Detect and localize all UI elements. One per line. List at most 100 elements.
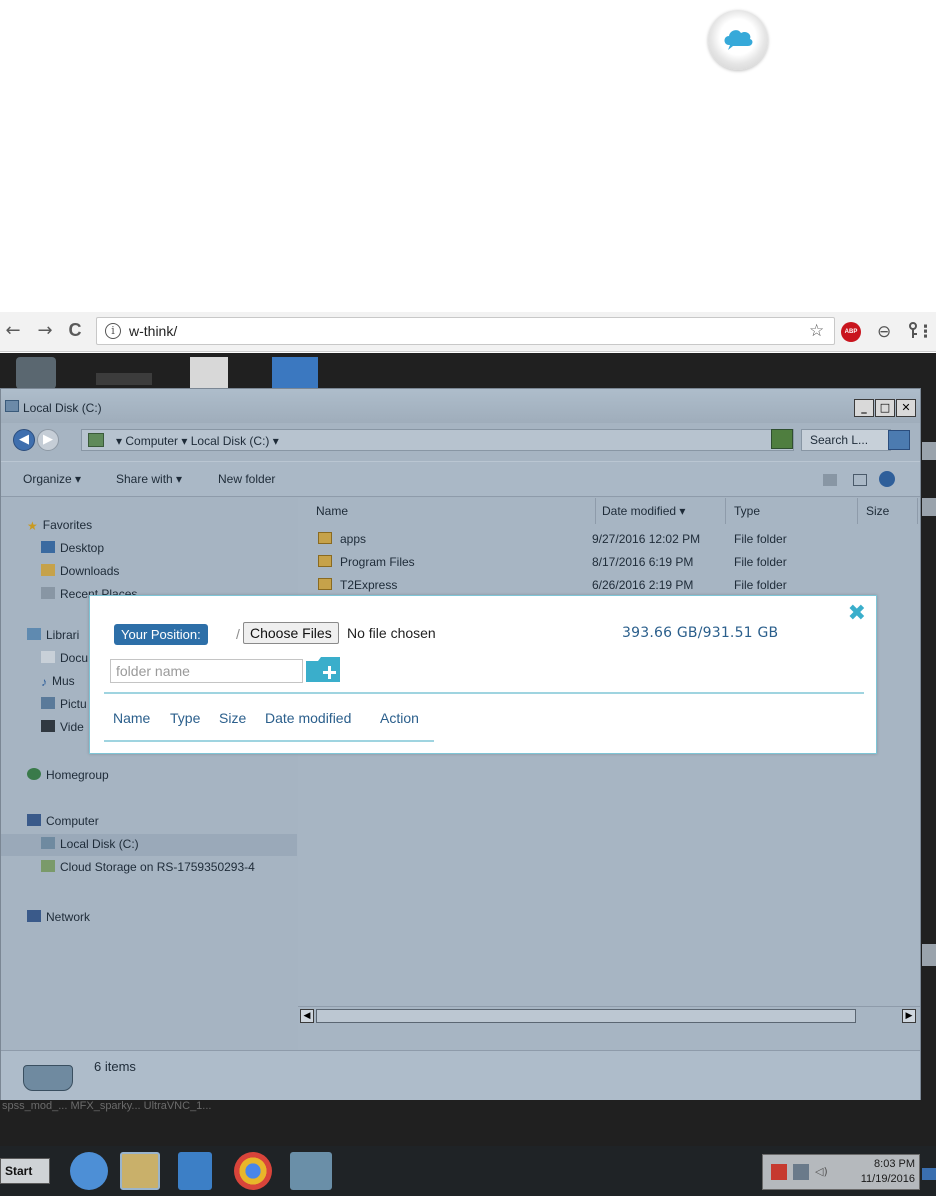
show-desktop-icon[interactable] (922, 1168, 936, 1180)
reload-button[interactable]: C (64, 320, 86, 341)
nav-music[interactable]: ♪ Mus (41, 674, 75, 689)
pictures-icon (41, 697, 55, 709)
nav-network[interactable]: Network (27, 910, 90, 924)
maximize-button[interactable]: □ (875, 399, 895, 417)
table-header-type[interactable]: Type (170, 710, 200, 726)
search-icon[interactable] (888, 430, 910, 450)
desktop-icon (41, 541, 55, 553)
explorer-forward-button[interactable]: ▶ (37, 429, 59, 451)
close-icon[interactable]: ✖ (848, 602, 866, 626)
folder-icon (318, 578, 332, 590)
share-with-menu[interactable]: Share with ▾ (116, 472, 182, 486)
scroll-left-button[interactable]: ◀ (300, 1009, 314, 1023)
table-header-action[interactable]: Action (380, 710, 419, 726)
nav-videos[interactable]: Vide (41, 720, 84, 734)
choose-files-button[interactable]: Choose Files (243, 622, 339, 644)
network-warning-icon[interactable] (771, 1164, 787, 1180)
table-header-size[interactable]: Size (219, 710, 246, 726)
explorer-address-text: ▾ Computer ▾ Local Disk (C:) ▾ (116, 434, 279, 448)
column-header-name[interactable]: Name (310, 498, 596, 524)
upload-modal: ✖ Your Position: / Choose Files No file … (89, 595, 877, 754)
file-row[interactable]: apps 9/27/2016 12:02 PM File folder (298, 528, 920, 550)
computer-nav-icon (27, 814, 41, 826)
explorer-back-button[interactable]: ◀ (13, 429, 35, 451)
adblock-icon[interactable]: ABP (841, 322, 861, 342)
folder-icon (318, 532, 332, 544)
volume-icon[interactable]: ◁) (815, 1165, 828, 1178)
table-header-name[interactable]: Name (113, 710, 150, 726)
folder-icon (318, 555, 332, 567)
back-button[interactable]: ← (2, 320, 24, 341)
tray-app-icon[interactable] (793, 1164, 809, 1180)
start-button[interactable]: Start (0, 1158, 50, 1184)
nav-cloud-storage[interactable]: Cloud Storage on RS-1759350293-4 (41, 860, 255, 874)
table-header-date-modified[interactable]: Date modified (265, 710, 351, 726)
table-header-underline (104, 740, 434, 742)
nav-favorites[interactable]: ★ Favorites (27, 518, 92, 533)
preview-pane-icon[interactable] (853, 474, 867, 486)
tray-time: 8:03 PM (874, 1158, 915, 1170)
nav-desktop[interactable]: Desktop (41, 541, 104, 555)
background-window-edge (922, 442, 936, 460)
view-options-icon[interactable] (823, 474, 837, 486)
music-icon: ♪ (41, 675, 47, 689)
nav-pictures[interactable]: Pictu (41, 697, 87, 711)
file-date: 9/27/2016 12:02 PM (592, 532, 701, 546)
organize-menu[interactable]: Organize ▾ (23, 472, 81, 486)
nav-libraries[interactable]: Librari (27, 628, 79, 642)
help-icon[interactable] (879, 471, 895, 487)
recent-places-icon (41, 587, 55, 599)
bookmark-star-icon[interactable]: ☆ (809, 321, 824, 341)
file-row[interactable]: T2Express 6/26/2016 2:19 PM File folder (298, 574, 920, 596)
nav-documents[interactable]: Docu (41, 651, 88, 665)
desktop-file-icon[interactable] (190, 357, 228, 389)
file-explorer-icon[interactable] (120, 1152, 160, 1190)
column-header-date[interactable]: Date modified ▾ (596, 498, 726, 524)
file-row[interactable]: Program Files 8/17/2016 6:19 PM File fol… (298, 551, 920, 573)
window-titlebar[interactable]: Local Disk (C:) _ □ ✕ (1, 389, 920, 423)
page-bottom-edge (0, 1196, 936, 1201)
minimize-button[interactable]: _ (854, 399, 874, 417)
powershell-icon[interactable] (272, 357, 318, 389)
downloads-icon (41, 564, 55, 576)
nav-downloads[interactable]: Downloads (41, 564, 119, 578)
nav-local-disk[interactable]: Local Disk (C:) (41, 837, 139, 851)
column-header-type[interactable]: Type (728, 498, 858, 524)
nav-homegroup[interactable]: Homegroup (27, 768, 109, 782)
add-folder-icon[interactable] (306, 655, 342, 683)
item-count: 6 items (94, 1059, 136, 1074)
address-bar[interactable]: i w-think/ ☆ (96, 317, 917, 345)
path-separator[interactable]: / (236, 626, 240, 642)
homegroup-icon (27, 768, 41, 780)
nav-computer[interactable]: Computer (27, 814, 99, 828)
extension-icon[interactable]: ⊖ (877, 322, 891, 342)
horizontal-scrollbar[interactable]: ◀ ▶ (298, 1006, 920, 1024)
chrome-icon[interactable] (234, 1152, 272, 1190)
folder-name-input[interactable] (110, 659, 303, 683)
explorer-address-bar[interactable]: ▾ Computer ▾ Local Disk (C:) ▾ (81, 429, 794, 451)
new-folder-button[interactable]: New folder (218, 472, 275, 486)
file-status-text: No file chosen (347, 625, 436, 641)
cloud-app-icon[interactable] (708, 10, 768, 70)
forward-button[interactable]: → (34, 320, 56, 341)
media-app-icon[interactable] (178, 1152, 212, 1190)
tray-clock[interactable]: 8:03 PM 11/19/2016 (861, 1157, 915, 1187)
close-button[interactable]: ✕ (896, 399, 916, 417)
taskbar: Start ◁) 8:03 PM 11/19/2016 (0, 1146, 936, 1196)
scroll-right-button[interactable]: ▶ (902, 1009, 916, 1023)
file-type: File folder (734, 578, 787, 592)
notepad-icon[interactable] (290, 1152, 332, 1190)
internet-explorer-icon[interactable] (70, 1152, 108, 1190)
drive-icon (5, 400, 19, 412)
info-icon[interactable]: i (105, 323, 121, 339)
background-window-edge (922, 498, 936, 516)
desktop-device-icon[interactable] (96, 373, 152, 385)
explorer-search-input[interactable]: Search L... (801, 429, 891, 451)
drive-large-icon (23, 1065, 73, 1091)
file-date: 6/26/2016 2:19 PM (592, 578, 694, 592)
refresh-button[interactable] (771, 429, 793, 449)
recycle-bin-icon[interactable] (16, 357, 56, 389)
scroll-thumb[interactable] (316, 1009, 856, 1023)
menu-icon[interactable]: ⋮ (917, 322, 934, 342)
column-header-size[interactable]: Size (860, 498, 918, 524)
